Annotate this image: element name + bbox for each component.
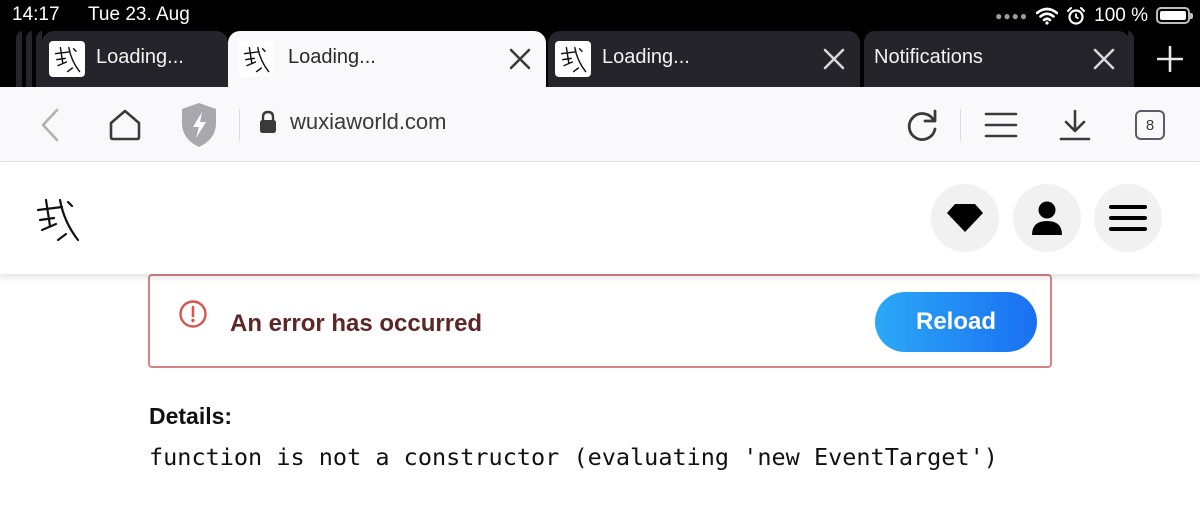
wuxia-logo-icon [54, 46, 81, 73]
download-button[interactable] [1056, 105, 1094, 145]
home-button[interactable] [104, 105, 146, 145]
details-message: function is not a constructor (evaluatin… [149, 443, 998, 471]
home-icon [109, 109, 141, 141]
status-time: 14:17 [12, 4, 60, 25]
diamond-icon [947, 204, 983, 232]
site-header [0, 162, 1200, 274]
site-logo[interactable] [32, 194, 82, 244]
tab-title: Loading... [96, 46, 184, 68]
tab-favicon [555, 41, 591, 77]
close-icon[interactable] [822, 47, 846, 71]
status-right-group: ●●●● 100 % [995, 2, 1193, 29]
tab-count-button[interactable]: 8 [1133, 105, 1167, 145]
shield-icon [182, 103, 216, 147]
premium-button[interactable] [931, 184, 999, 252]
tab-stack-edge [14, 31, 22, 87]
back-arrow-icon [41, 108, 59, 142]
tab-stack-edge [24, 31, 32, 87]
error-alert: An error has occurred Reload [148, 274, 1052, 368]
menu-button[interactable] [982, 105, 1020, 145]
cellular-dots-icon: ●●●● [995, 8, 1029, 23]
tab-2[interactable]: Loading... [548, 31, 860, 87]
alarm-icon [1067, 6, 1086, 25]
tab-0[interactable]: Loading... [42, 31, 228, 87]
new-tab-button[interactable] [1140, 31, 1200, 87]
lock-icon [260, 110, 276, 133]
battery-fill [1160, 11, 1186, 20]
reload-icon [907, 109, 937, 141]
shield-button[interactable] [176, 103, 222, 147]
url-text: wuxiaworld.com [290, 109, 447, 134]
reload-page-button[interactable] [902, 105, 942, 145]
tab-count-icon: 8 [1135, 110, 1165, 140]
battery-icon [1156, 7, 1193, 24]
tab-1[interactable]: Loading... [228, 31, 546, 87]
site-menu-button[interactable] [1094, 184, 1162, 252]
reload-button[interactable]: Reload [875, 292, 1037, 352]
wifi-icon [1036, 7, 1059, 25]
alert-circle-icon [179, 300, 207, 328]
close-icon[interactable] [508, 47, 532, 71]
tab-title: Loading... [288, 46, 376, 68]
tab-3[interactable]: Notifications [862, 31, 1130, 87]
error-message: An error has occurred [230, 310, 483, 337]
toolbar-separator [239, 109, 240, 141]
hamburger-icon [1109, 205, 1147, 231]
tab-title: Loading... [602, 46, 690, 68]
details-label: Details: [149, 403, 233, 429]
tab-favicon [49, 41, 85, 77]
battery-percent: 100 % [1094, 4, 1148, 26]
status-date: Tue 23. Aug [88, 4, 190, 25]
wuxia-logo-icon [560, 46, 587, 73]
menu-icon [984, 112, 1018, 138]
tab-title: Notifications [874, 46, 983, 68]
account-button[interactable] [1013, 184, 1081, 252]
tab-stack-edge [34, 31, 42, 87]
download-icon [1059, 109, 1091, 141]
browser-toolbar: wuxiaworld.com 8 [0, 87, 1200, 162]
user-icon [1032, 201, 1062, 235]
url-bar[interactable]: wuxiaworld.com [258, 109, 447, 135]
back-button[interactable] [32, 105, 68, 145]
tab-favicon [238, 41, 274, 77]
wuxia-logo-icon [243, 46, 270, 73]
close-icon[interactable] [1092, 47, 1116, 71]
toolbar-separator [960, 109, 961, 141]
tab-stack-edge [1128, 31, 1136, 87]
wuxia-logo-icon [36, 198, 80, 242]
tab-strip: Loading... Loading... Loading... Notific… [0, 31, 1200, 87]
plus-icon [1157, 46, 1183, 72]
status-bar: 14:17 Tue 23. Aug ●●●● 100 % [0, 0, 1200, 31]
